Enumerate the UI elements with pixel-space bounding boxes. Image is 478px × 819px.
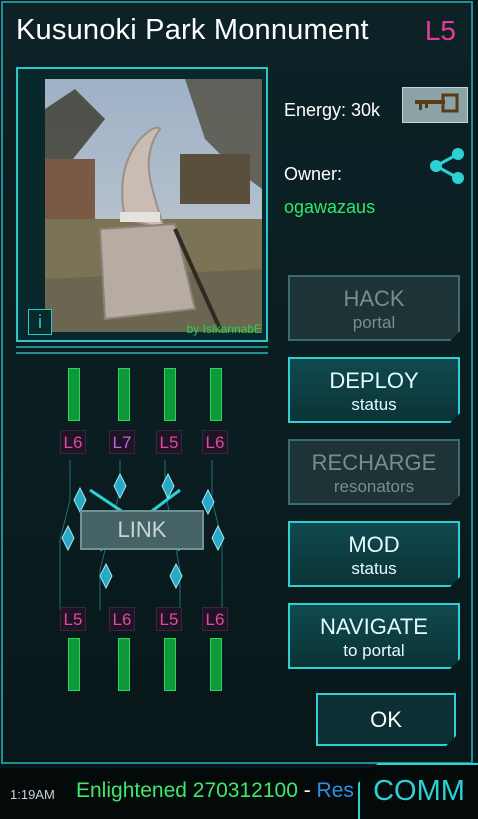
portal-level: L5: [424, 15, 456, 46]
resonator-bar: [118, 368, 130, 421]
resonator-level: L6: [202, 607, 228, 631]
clock: 1:19AM: [10, 787, 55, 802]
owner-name[interactable]: ogawazaus: [284, 197, 375, 218]
share-icon[interactable]: [428, 147, 466, 185]
portal-title: Kusunoki Park Monnument: [16, 14, 369, 46]
recharge-button[interactable]: RECHARGE resonators: [288, 439, 460, 505]
resonator-bar: [210, 368, 222, 421]
resistance-score: Res: [316, 779, 354, 802]
resonator-bar: [118, 638, 130, 691]
energy-label: Energy: 30k: [284, 100, 381, 120]
resonator-level: L5: [156, 430, 182, 454]
divider: [16, 352, 268, 354]
resonator-bar: [164, 368, 176, 421]
deploy-button[interactable]: DEPLOY status: [288, 357, 460, 423]
mod-button[interactable]: MOD status: [288, 521, 460, 587]
resonator-level: L6: [60, 430, 86, 454]
portal-photo-frame[interactable]: i by IsikannabЕ: [16, 67, 268, 342]
comm-button[interactable]: COMM: [358, 763, 478, 819]
divider: [16, 346, 268, 348]
photo-credit: by IsikannabЕ: [186, 322, 262, 336]
enlightened-score: Enlightened 270312100: [76, 779, 298, 802]
info-icon[interactable]: i: [28, 309, 52, 335]
resonator-level: L5: [156, 607, 182, 631]
resonator-bar: [68, 638, 80, 691]
link-button[interactable]: LINK: [80, 510, 204, 550]
ticker-separator: -: [297, 779, 317, 802]
resonator-level: L5: [60, 607, 86, 631]
resonator-bar: [68, 368, 80, 421]
portal-photo-image: [45, 79, 262, 332]
resonator-level: L6: [202, 430, 228, 454]
portal-photo[interactable]: [45, 79, 262, 332]
hack-button[interactable]: HACK portal: [288, 275, 460, 341]
score-ticker: Enlightened 270312100 - Res: [76, 779, 354, 803]
ok-button[interactable]: OK: [316, 693, 456, 746]
navigate-button[interactable]: NAVIGATE to portal: [288, 603, 460, 669]
resonator-bar: [210, 638, 222, 691]
key-icon[interactable]: [402, 87, 468, 123]
resonator-level: L6: [109, 607, 135, 631]
resonator-bar: [164, 638, 176, 691]
owner-label: Owner:: [284, 164, 343, 184]
resonator-level: L7: [109, 430, 135, 454]
